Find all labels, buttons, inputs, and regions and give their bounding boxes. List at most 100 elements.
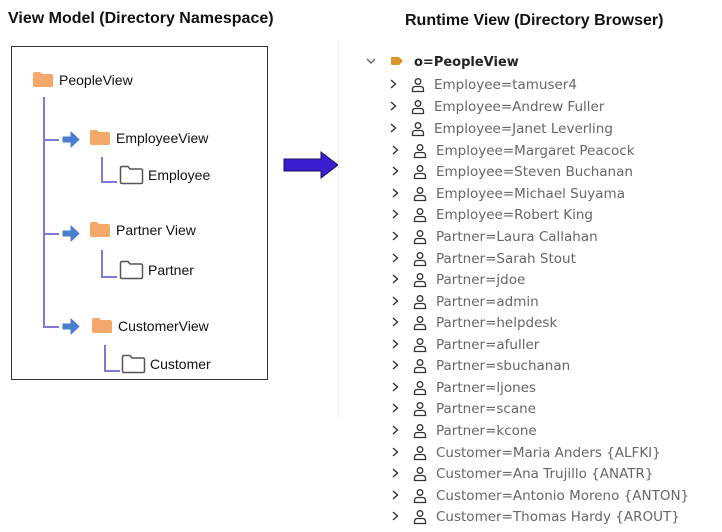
chevron-right-icon[interactable]	[392, 316, 402, 330]
folder-outline-icon	[119, 165, 144, 185]
tree-root-row[interactable]: o=PeopleView	[362, 52, 519, 72]
chevron-right-icon[interactable]	[392, 273, 402, 287]
tree-entry[interactable]: Employee=Steven Buchanan	[392, 161, 633, 182]
node-label: Customer	[150, 356, 211, 372]
subtree-line	[101, 181, 117, 183]
tree-entry[interactable]: Partner=afuller	[392, 334, 539, 355]
tree-entry-label: Partner=afuller	[436, 336, 540, 353]
tree-entry-label: Employee=Michael Suyama	[436, 185, 625, 202]
tree-entry[interactable]: Partner=ljones	[392, 377, 536, 398]
chevron-down-icon[interactable]	[366, 56, 378, 68]
chevron-right-icon[interactable]	[392, 252, 402, 266]
chevron-right-icon[interactable]	[392, 230, 402, 244]
node-label: Partner View	[116, 221, 196, 238]
folder-outline-icon	[121, 354, 146, 374]
tree-entry[interactable]: Partner=helpdesk	[392, 312, 557, 333]
tree-entry-label: Partner=kcone	[436, 422, 537, 439]
tree-entry-label: Partner=Laura Callahan	[436, 228, 598, 245]
tree-entry[interactable]: Partner=Laura Callahan	[392, 226, 598, 247]
person-icon	[412, 423, 428, 439]
subtree-line	[104, 370, 120, 372]
tree-entry[interactable]: Employee=tamuser4	[390, 74, 577, 95]
tree-entry-label: Customer=Thomas Hardy {AROUT}	[436, 508, 680, 525]
tree-trunk-line	[43, 97, 45, 326]
node-partnerview: Partner View	[89, 221, 196, 238]
tree-entry-label: Employee=Robert King	[436, 206, 593, 223]
runtime-view-title: Runtime View (Directory Browser)	[405, 12, 664, 29]
subtree-line	[104, 345, 106, 370]
chevron-right-icon[interactable]	[392, 359, 402, 373]
tree-entry-label: Partner=ljones	[436, 379, 537, 396]
node-employeeview: EmployeeView	[89, 129, 208, 146]
chevron-right-icon[interactable]	[392, 424, 402, 438]
chevron-right-icon[interactable]	[392, 208, 402, 222]
tree-branch-line	[43, 139, 59, 141]
chevron-right-icon[interactable]	[392, 467, 402, 481]
person-icon	[412, 358, 428, 374]
subtree-line	[101, 250, 103, 276]
tree-entry-label: Partner=scane	[436, 400, 536, 417]
tree-entry[interactable]: Partner=kcone	[392, 420, 537, 441]
tree-entry-label: Partner=sbuchanan	[436, 357, 571, 374]
tree-entry-label: Employee=tamuser4	[434, 76, 577, 93]
right-arrow-icon	[283, 151, 339, 179]
folder-icon	[91, 317, 113, 334]
node-customerview: CustomerView	[91, 317, 209, 334]
person-icon	[412, 229, 428, 245]
tree-entry[interactable]: Partner=sbuchanan	[392, 355, 570, 376]
tree-entry[interactable]: Partner=Sarah Stout	[392, 248, 576, 269]
chevron-right-icon[interactable]	[392, 510, 402, 524]
folder-outline-icon	[119, 260, 144, 280]
chevron-right-icon[interactable]	[392, 381, 402, 395]
tree-entry[interactable]: Partner=scane	[392, 398, 536, 419]
folder-icon	[32, 71, 54, 88]
tree-entry-label: Partner=helpdesk	[436, 314, 558, 331]
tree-entry-label: Partner=admin	[436, 293, 539, 310]
tree-entry[interactable]: Customer=Maria Anders {ALFKI}	[392, 442, 661, 463]
person-icon	[412, 186, 428, 202]
tree-entry[interactable]: Employee=Robert King	[392, 204, 593, 225]
node-customer: Customer	[121, 354, 211, 374]
node-label: Partner	[148, 262, 194, 278]
tree-entry[interactable]: Employee=Janet Leverling	[390, 118, 613, 139]
arrow-right-icon	[62, 225, 80, 242]
tree-entry[interactable]: Employee=Michael Suyama	[392, 183, 625, 204]
person-icon	[412, 509, 428, 525]
node-label: PeopleView	[59, 71, 133, 88]
arrow-right-icon	[62, 318, 80, 335]
chevron-right-icon[interactable]	[392, 338, 402, 352]
person-icon	[412, 315, 428, 331]
tree-branch-line	[43, 326, 59, 328]
person-icon	[412, 251, 428, 267]
chevron-right-icon[interactable]	[392, 144, 402, 158]
chevron-right-icon[interactable]	[390, 100, 400, 114]
person-icon	[412, 207, 428, 223]
chevron-right-icon[interactable]	[392, 187, 402, 201]
tree-entry[interactable]: Employee=Andrew Fuller	[390, 96, 604, 117]
person-icon	[412, 272, 428, 288]
tree-entry[interactable]: Customer=Antonio Moreno {ANTON}	[392, 485, 689, 506]
person-icon	[412, 380, 428, 396]
tree-entry[interactable]: Customer=Thomas Hardy {AROUT}	[392, 506, 680, 527]
tree-entry[interactable]: Partner=admin	[392, 291, 539, 312]
chevron-right-icon[interactable]	[392, 165, 402, 179]
chevron-right-icon[interactable]	[392, 446, 402, 460]
tree-entry[interactable]: Customer=Ana Trujillo {ANATR}	[392, 463, 654, 484]
person-icon	[412, 337, 428, 353]
chevron-right-icon[interactable]	[392, 402, 402, 416]
tree-entry-label: Partner=Sarah Stout	[436, 250, 576, 267]
person-icon	[412, 294, 428, 310]
tree-entry[interactable]: Partner=jdoe	[392, 269, 525, 290]
chevron-right-icon[interactable]	[392, 295, 402, 309]
tree-entry-label: Employee=Steven Buchanan	[436, 163, 633, 180]
chevron-right-icon[interactable]	[392, 489, 402, 503]
subtree-line	[101, 276, 117, 278]
person-icon	[410, 77, 426, 93]
chevron-right-icon[interactable]	[390, 78, 400, 92]
tree-entry[interactable]: Employee=Margaret Peacock	[392, 140, 635, 161]
chevron-right-icon[interactable]	[390, 122, 400, 136]
view-model-box: PeopleView EmployeeView Employee Partner…	[11, 46, 268, 380]
tree-entry-label: Customer=Maria Anders {ALFKI}	[436, 444, 661, 461]
tree-entry-label: Employee=Margaret Peacock	[436, 142, 635, 159]
tree-entry-label: Customer=Ana Trujillo {ANATR}	[436, 465, 654, 482]
